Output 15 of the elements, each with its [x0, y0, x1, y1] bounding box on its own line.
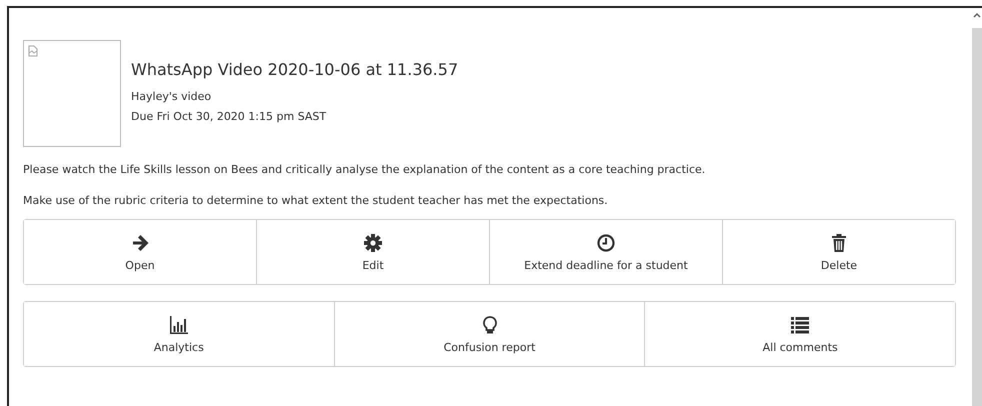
- description-text: Make use of the rubric criteria to determine to what extent the student teacher has met the expectations.: [23, 193, 609, 209]
- action-button[interactable]: Delete: [722, 220, 955, 284]
- gear-icon: [363, 232, 383, 252]
- broken-image-icon: [28, 45, 38, 57]
- action-button[interactable]: All comments: [644, 302, 956, 366]
- description-text: Please watch the Life Skills lesson on Bees and critically analyse the explanation of the content as a core teaching practice.: [23, 162, 706, 178]
- assignment-title: WhatsApp Video 2020-10-06 at 11.36.57: [131, 60, 458, 79]
- list-icon: [790, 314, 810, 334]
- clock-icon: [596, 232, 616, 252]
- bar-chart-icon: [168, 314, 189, 334]
- arrow-icon: [130, 232, 150, 252]
- due-date: Due Fri Oct 30, 2020 1:15 pm SAST: [131, 109, 328, 125]
- trash-icon: [829, 232, 849, 252]
- assignment-subtitle: Hayley's video: [131, 89, 212, 105]
- scroll-up-icon[interactable]: [973, 12, 981, 18]
